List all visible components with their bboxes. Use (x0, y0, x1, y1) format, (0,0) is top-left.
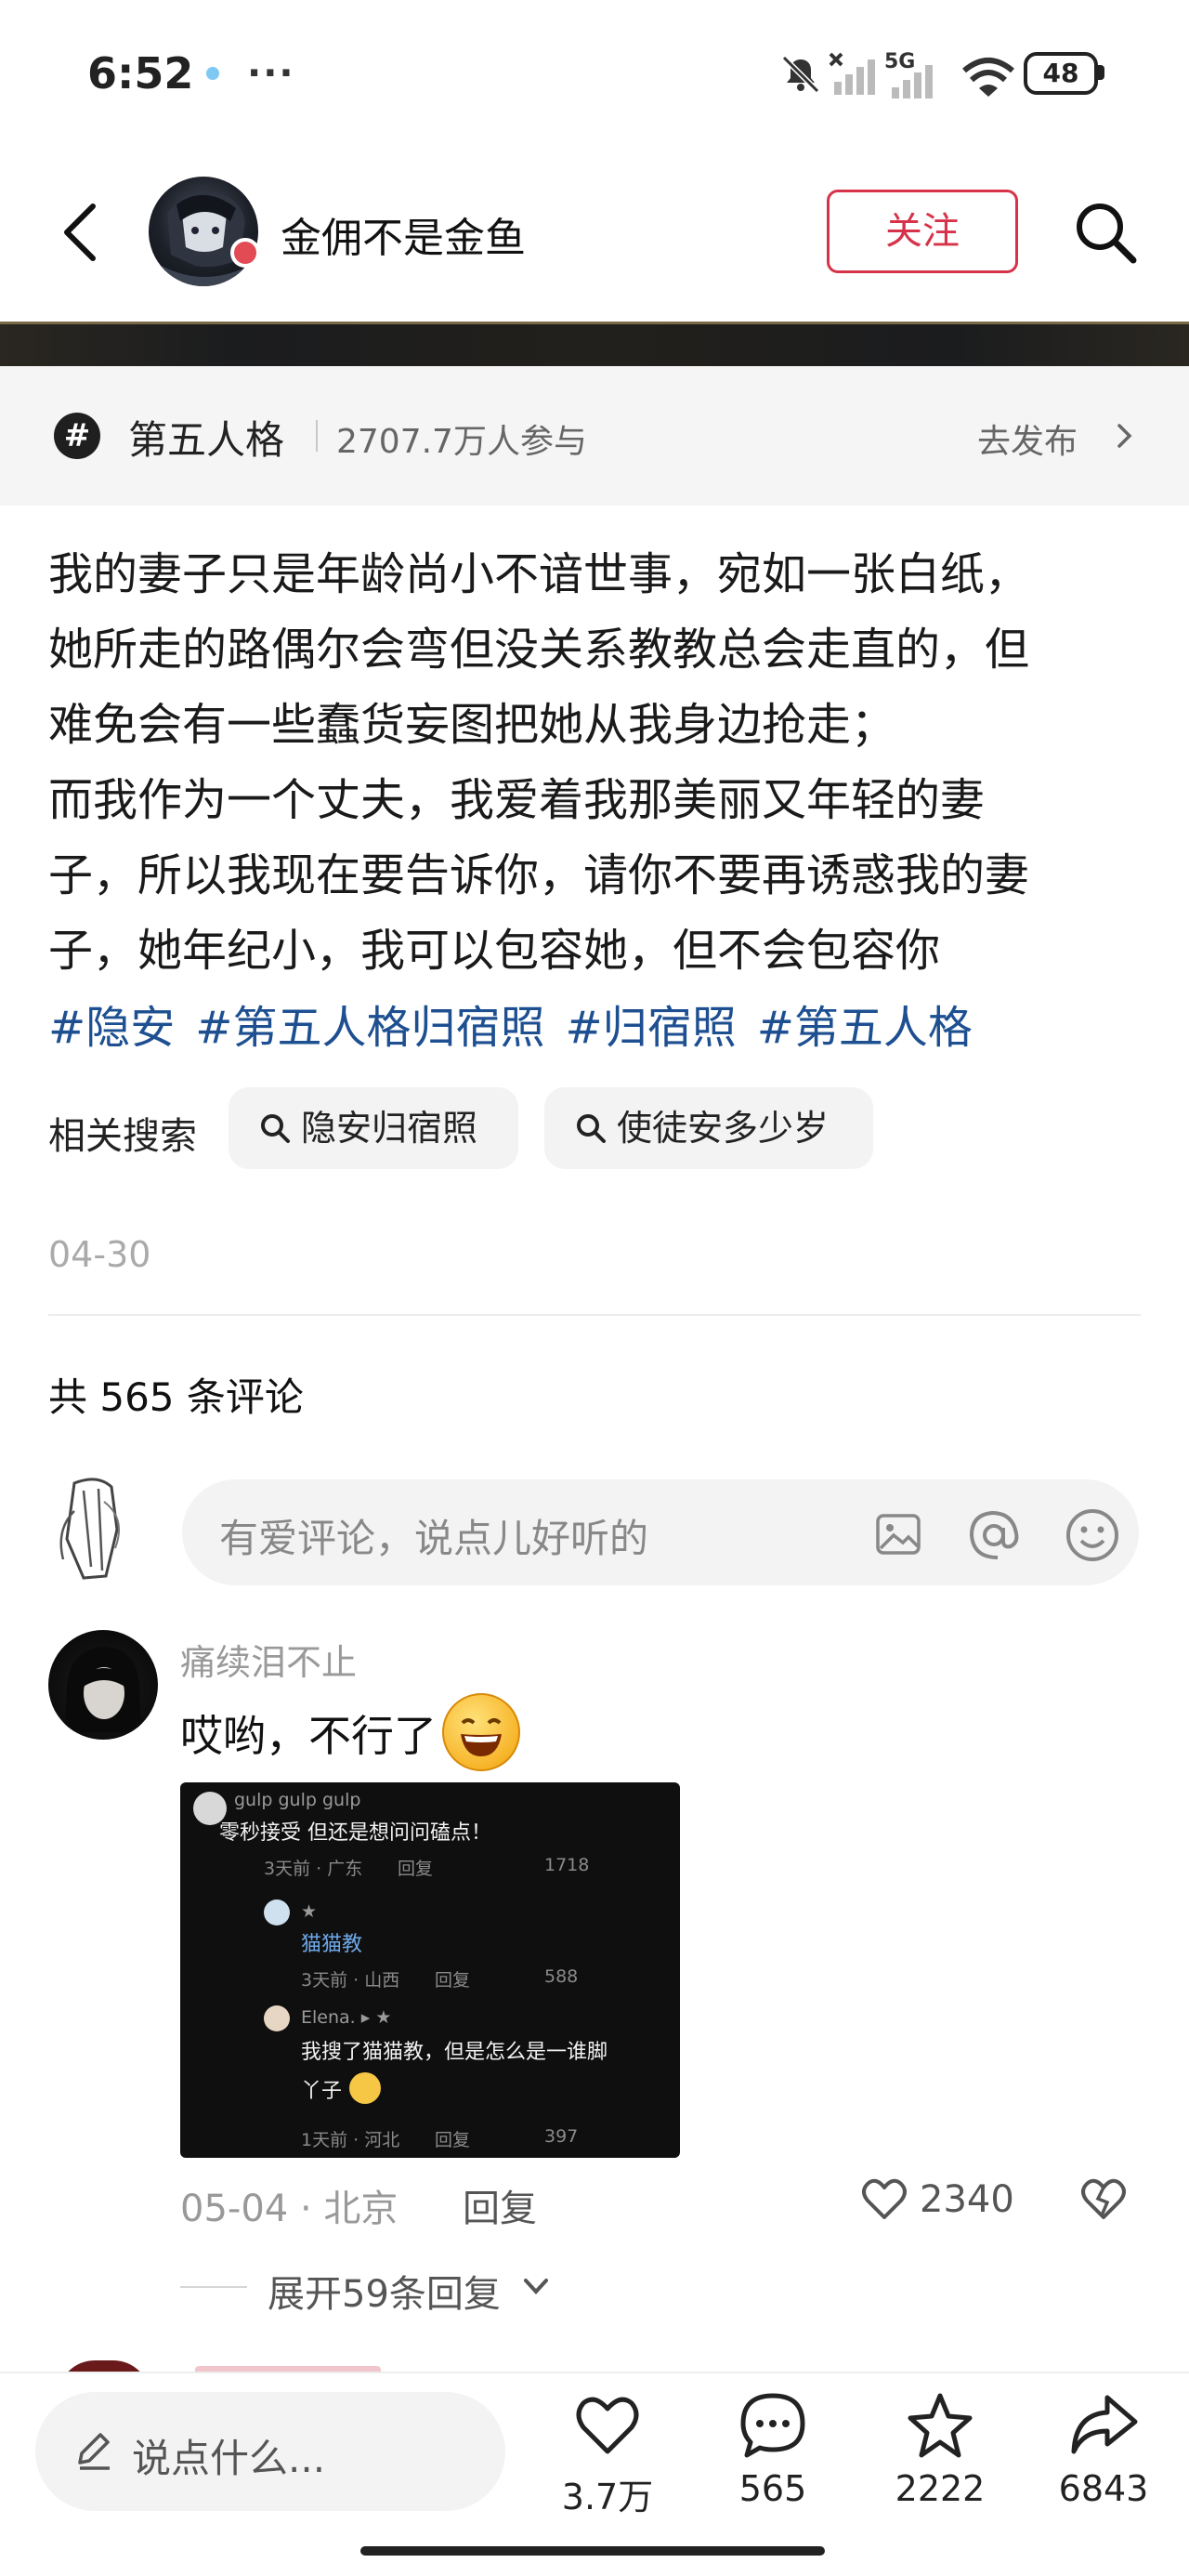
tag-link[interactable]: #隐安 (48, 1002, 175, 1054)
post-tags: #隐安 #第五人格归宿照 #归宿照 #第五人格 (48, 991, 993, 1056)
status-time: 6:52 (87, 48, 194, 99)
reply-text: 我搜了猫猫教，但是怎么是一谁脚 (301, 2041, 608, 2064)
tag-link[interactable]: #第五人格 (757, 1002, 973, 1054)
chevron-down-icon[interactable] (520, 2273, 552, 2301)
like-heart-icon[interactable] (572, 2390, 643, 2461)
comment-date-location: 05-04 · 北京 (180, 2188, 399, 2230)
topic-name[interactable]: 第五人格 (128, 409, 284, 466)
back-button[interactable] (52, 195, 108, 269)
reply-likes: 1718 (544, 1855, 590, 1875)
my-avatar[interactable] (46, 1474, 139, 1584)
comment-like-count: 2340 (920, 2178, 1014, 2221)
author-avatar[interactable] (149, 177, 258, 286)
reply-name: Elena. ▸ ★ (301, 2007, 392, 2028)
tag-link[interactable]: #第五人格归宿照 (195, 1002, 544, 1054)
share-arrow-icon[interactable] (1068, 2390, 1139, 2461)
search-icon (577, 1114, 606, 1143)
surprised-emoji-icon (349, 2072, 381, 2104)
reply-avatar (264, 1899, 290, 1925)
reply-meta: 1天前 · 河北 (301, 2130, 400, 2150)
signal-1-icon (829, 52, 875, 95)
topic-separator (316, 420, 318, 452)
reply-name: ★ (301, 1901, 318, 1922)
reply-text: 丫子 (301, 2080, 343, 2103)
commenter-avatar[interactable] (48, 1630, 158, 1740)
reply-meta: 3天前 · 广东 (264, 1859, 363, 1879)
related-search-label: 相关搜索 (48, 1115, 197, 1158)
search-icon (261, 1114, 290, 1143)
author-name[interactable]: 金佣不是金鱼 (281, 204, 526, 264)
search-icon[interactable] (1068, 195, 1143, 269)
share-count: 6843 (1058, 2468, 1149, 2509)
home-indicator[interactable] (360, 2546, 825, 2556)
reply-name: gulp gulp gulp (234, 1790, 361, 1810)
like-count: 3.7万 (561, 2477, 654, 2517)
favorite-star-icon[interactable] (905, 2390, 975, 2461)
post-date: 04-30 (48, 1234, 151, 1275)
related-search-text: 隐安归宿照 (301, 1108, 478, 1149)
heart-icon[interactable] (860, 2176, 908, 2223)
signal-2-icon (892, 65, 933, 99)
comment-count: 共 565 条评论 (48, 1374, 304, 1420)
battery-icon: 48 (1024, 52, 1098, 95)
favorite-count: 2222 (895, 2468, 986, 2509)
hashtag-icon: # (54, 413, 100, 459)
comment-screenshot-image[interactable]: gulp gulp gulp 零秒接受 但还是想问问磕点！ 3天前 · 广东 回… (180, 1782, 680, 2158)
battery-tip (1098, 65, 1104, 80)
wifi-icon (962, 58, 1014, 97)
post-text: 我的妻子只是年龄尚小不谙世事，宛如一张白纸， 她所走的路偶尔会弯但没关系教教总会… (48, 548, 1030, 977)
expand-line (180, 2286, 247, 2288)
reply-avatar (264, 2005, 290, 2031)
verified-badge-icon (230, 238, 260, 268)
related-search-text: 使徒安多少岁 (617, 1108, 830, 1149)
say-something-placeholder: 说点什么... (132, 2436, 326, 2481)
reply-meta: 3天前 · 山西 (301, 1970, 400, 1991)
reply-text: 猫猫教 (301, 1933, 363, 1956)
reply-likes: 588 (544, 1966, 579, 1987)
go-publish-link[interactable]: 去发布 (977, 414, 1078, 463)
divider (48, 1314, 1141, 1316)
image-icon[interactable] (875, 1513, 921, 1556)
reply-label: 回复 (398, 1859, 434, 1879)
follow-button[interactable]: 关注 (827, 190, 1018, 273)
pencil-icon (78, 2433, 110, 2470)
comment-count-button: 565 (738, 2468, 807, 2509)
commenter-name[interactable]: 痛续泪不止 (180, 1634, 357, 1685)
reply-label: 回复 (435, 2130, 471, 2150)
more-notifications-icon: ··· (247, 52, 295, 95)
mention-icon[interactable] (966, 1507, 1022, 1563)
comment-reply-button[interactable]: 回复 (463, 2178, 537, 2232)
chevron-right-icon (1117, 424, 1132, 448)
tag-link[interactable]: #归宿照 (565, 1002, 736, 1054)
topic-participants: 2707.7万人参与 (336, 423, 587, 461)
mute-icon (781, 55, 820, 94)
broken-heart-icon[interactable] (1079, 2176, 1128, 2223)
expand-replies-button[interactable]: 展开59条回复 (268, 2264, 501, 2318)
reply-label: 回复 (435, 1970, 471, 1991)
notification-dot-icon (206, 67, 219, 80)
laughing-emoji-icon (442, 1693, 520, 1771)
related-search-chip[interactable]: 使徒安多少岁 (544, 1087, 873, 1169)
related-search-chip[interactable]: 隐安归宿照 (229, 1087, 518, 1169)
reply-likes: 397 (544, 2126, 579, 2147)
comment-bubble-icon[interactable] (738, 2390, 808, 2461)
comment-text: 哎哟，不行了 (180, 1711, 437, 1761)
emoji-icon[interactable] (1065, 1507, 1120, 1563)
comment-input-placeholder: 有爱评论，说点儿好听的 (219, 1516, 649, 1561)
reply-text: 零秒接受 但还是想问问磕点！ (219, 1821, 491, 1845)
post-image-strip[interactable] (0, 322, 1189, 366)
